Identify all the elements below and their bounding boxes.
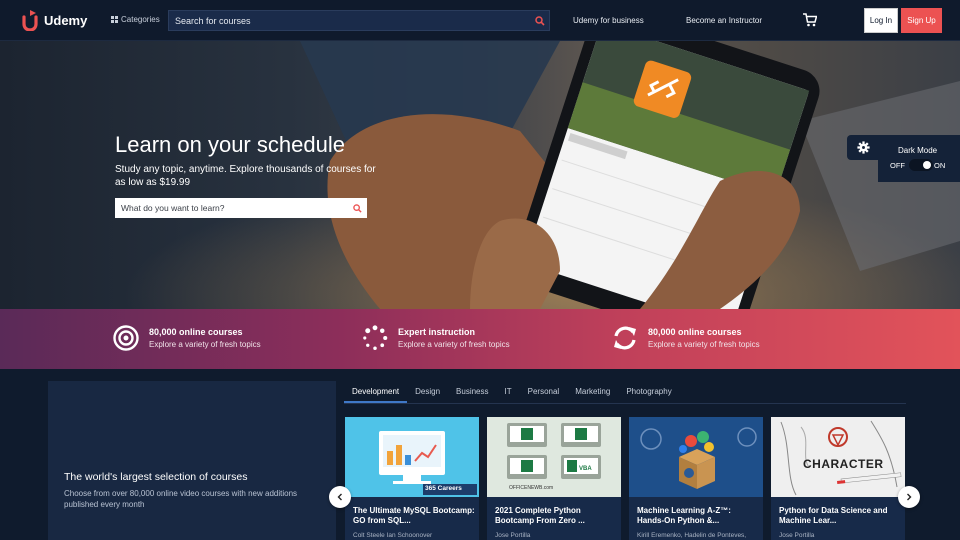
course-card[interactable]: Machine Learning A-Z™: Hands-On Python &… (629, 417, 763, 540)
course-card[interactable]: 365 Careers The Ultimate MySQL Bootcamp:… (345, 417, 479, 540)
udemy-for-business-link[interactable]: Udemy for business (573, 16, 644, 25)
dark-mode-toggle[interactable] (909, 159, 933, 171)
promo-title: The world's largest selection of courses (64, 471, 248, 483)
tab-development[interactable]: Development (344, 383, 408, 403)
feature-title: 80,000 online courses (648, 327, 742, 337)
course-author: Colt Steele Ian Schoonover (353, 532, 433, 539)
refresh-icon (612, 323, 638, 353)
dark-mode-panel: Dark Mode OFF ON (878, 135, 960, 182)
course-thumbnail: 365 Careers (345, 417, 479, 497)
course-title: The Ultimate MySQL Bootcamp: GO from SQL… (353, 506, 475, 525)
chevron-left-icon (337, 493, 342, 501)
brand-name: Udemy (44, 12, 88, 28)
toggle-knob (923, 161, 931, 169)
course-author: Kirill Eremenko, Hadelin de Ponteves, (637, 532, 747, 539)
tab-design[interactable]: Design (407, 383, 448, 403)
feature-item: 80,000 online courses Explore a variety … (113, 323, 261, 353)
tab-business[interactable]: Business (448, 383, 496, 403)
dark-mode-off-label: OFF (890, 161, 905, 170)
hero-title: Learn on your schedule (115, 132, 345, 157)
course-title: Python for Data Science and Machine Lear… (779, 506, 888, 525)
hero-subtitle: Study any topic, anytime. Explore thousa… (115, 164, 376, 188)
gear-icon (856, 141, 870, 154)
course-author: Jose Portilla (779, 532, 815, 539)
course-badge: OFFICENEWB.com (509, 485, 554, 491)
grid-icon (111, 16, 118, 23)
target-icon (113, 323, 139, 353)
become-instructor-link[interactable]: Become an Instructor (686, 16, 762, 25)
tab-personal[interactable]: Personal (520, 383, 568, 403)
features-band: 80,000 online courses Explore a variety … (0, 309, 960, 369)
feature-title: Expert instruction (398, 327, 476, 337)
tab-it[interactable]: IT (497, 383, 520, 403)
tab-marketing[interactable]: Marketing (567, 383, 618, 403)
categories-menu[interactable]: Categories (111, 15, 160, 24)
loading-dots-icon (362, 323, 388, 353)
promo-subtitle: Choose from over 80,000 online video cou… (64, 489, 298, 509)
dark-mode-on-label: ON (934, 161, 946, 170)
feature-title: 80,000 online courses (149, 327, 243, 337)
udemy-logo-icon (22, 10, 38, 31)
chevron-right-icon (907, 493, 912, 501)
tab-photography[interactable]: Photography (618, 383, 679, 403)
course-badge: 365 Careers (425, 485, 462, 492)
search-bar (168, 10, 550, 31)
search-input[interactable] (169, 11, 531, 30)
feature-subtitle: Explore a variety of fresh topics (398, 340, 510, 349)
feature-item: 80,000 online courses Explore a variety … (612, 323, 760, 353)
course-thumbnail (629, 417, 763, 497)
carousel-next-button[interactable] (898, 486, 920, 508)
search-icon[interactable] (347, 203, 367, 213)
cart-icon[interactable] (803, 13, 818, 32)
course-thumbnail: CHARACTER (771, 417, 905, 497)
course-card[interactable]: CHARACTER Python for Data Science and Ma… (771, 417, 905, 540)
course-title: 2021 Complete Python Bootcamp From Zero … (495, 506, 585, 525)
feature-item: Expert instruction Explore a variety of … (362, 323, 510, 353)
settings-tab[interactable] (847, 135, 879, 160)
carousel-prev-button[interactable] (329, 486, 351, 508)
login-button[interactable]: Log In (864, 8, 898, 33)
course-author: Jose Portilla (495, 532, 531, 539)
dark-mode-label: Dark Mode (898, 146, 938, 155)
signup-button[interactable]: Sign Up (901, 8, 942, 33)
tabs-divider (344, 403, 906, 404)
udemy-logo[interactable]: Udemy (22, 9, 87, 31)
course-title: Machine Learning A-Z™: Hands-On Python &… (637, 506, 731, 525)
categories-label: Categories (121, 15, 160, 24)
category-tabs: Development Design Business IT Personal … (344, 383, 680, 403)
search-icon[interactable] (531, 15, 549, 26)
hero-search-input[interactable] (115, 198, 347, 218)
top-navbar: Udemy Categories Udemy for business Beco… (0, 0, 960, 41)
feature-subtitle: Explore a variety of fresh topics (149, 340, 261, 349)
course-badge: CHARACTER (803, 457, 884, 471)
svg-text:VBA: VBA (579, 466, 592, 472)
promo-panel: The world's largest selection of courses… (48, 381, 336, 540)
course-thumbnail: VBA OFFICENEWB.com (487, 417, 621, 497)
feature-subtitle: Explore a variety of fresh topics (648, 340, 760, 349)
hero-banner: Learn on your schedule Study any topic, … (0, 41, 960, 309)
course-card[interactable]: VBA OFFICENEWB.com 2021 Complete Python … (487, 417, 621, 540)
hero-search-bar (115, 198, 367, 218)
courses-section: The world's largest selection of courses… (0, 369, 960, 540)
